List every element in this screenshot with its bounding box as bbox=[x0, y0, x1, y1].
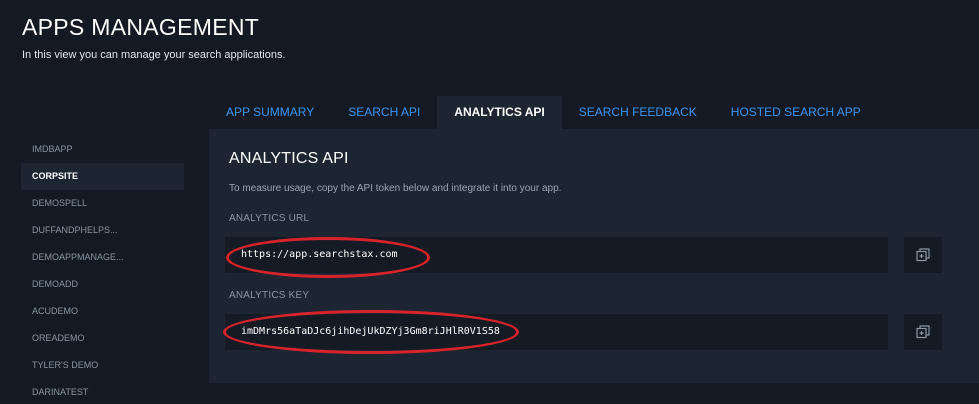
copy-icon bbox=[916, 325, 930, 339]
sidebar-item-demoappmanage[interactable]: DEMOAPPMANAGE... bbox=[21, 244, 184, 271]
sidebar-item-acudemo[interactable]: ACUDEMO bbox=[21, 298, 184, 325]
panel-title: ANALYTICS API bbox=[229, 150, 349, 167]
sidebar-item-corpsite[interactable]: CORPSITE bbox=[21, 163, 184, 190]
sidebar-item-darinatest[interactable]: DARINATEST bbox=[21, 379, 184, 404]
tab-app-summary[interactable]: APP SUMMARY bbox=[209, 96, 331, 129]
sidebar-item-oreademo[interactable]: OREADEMO bbox=[21, 325, 184, 352]
sidebar-item-tylers-demo[interactable]: TYLER'S DEMO bbox=[21, 352, 184, 379]
sidebar-item-imdbapp[interactable]: IMDBAPP bbox=[21, 136, 184, 163]
tab-analytics-api[interactable]: ANALYTICS API bbox=[437, 96, 562, 129]
sidebar-item-demospell[interactable]: DEMOSPELL bbox=[21, 190, 184, 217]
analytics-url-label: ANALYTICS URL bbox=[229, 213, 310, 224]
panel-description: To measure usage, copy the API token bel… bbox=[229, 183, 562, 194]
analytics-key-label: ANALYTICS KEY bbox=[229, 290, 310, 301]
analytics-url-value[interactable]: https://app.searchstax.com bbox=[241, 237, 398, 273]
app-sidebar: IMDBAPP CORPSITE DEMOSPELL DUFFANDPHELPS… bbox=[21, 136, 184, 404]
page-title: APPS MANAGEMENT bbox=[22, 14, 260, 40]
apps-management-page: APPS MANAGEMENT In this view you can man… bbox=[0, 0, 979, 404]
analytics-api-panel: ANALYTICS API To measure usage, copy the… bbox=[209, 129, 979, 383]
copy-icon bbox=[916, 248, 930, 262]
page-subtitle: In this view you can manage your search … bbox=[22, 49, 286, 61]
copy-url-button[interactable] bbox=[904, 237, 942, 273]
analytics-key-field[interactable]: imDMrs56aTaDJc6jihDejUkDZYj3Gm8riJHlR0V1… bbox=[225, 314, 888, 350]
tab-search-feedback[interactable]: SEARCH FEEDBACK bbox=[562, 96, 714, 129]
sidebar-item-duffandphelps[interactable]: DUFFANDPHELPS... bbox=[21, 217, 184, 244]
tab-hosted-search-app[interactable]: HOSTED SEARCH APP bbox=[714, 96, 878, 129]
copy-key-button[interactable] bbox=[904, 314, 942, 350]
analytics-key-value[interactable]: imDMrs56aTaDJc6jihDejUkDZYj3Gm8riJHlR0V1… bbox=[241, 314, 500, 350]
sidebar-item-demoadd[interactable]: DEMOADD bbox=[21, 271, 184, 298]
tab-bar: APP SUMMARY SEARCH API ANALYTICS API SEA… bbox=[209, 96, 878, 129]
tab-search-api[interactable]: SEARCH API bbox=[331, 96, 437, 129]
analytics-url-field[interactable]: https://app.searchstax.com bbox=[225, 237, 888, 273]
